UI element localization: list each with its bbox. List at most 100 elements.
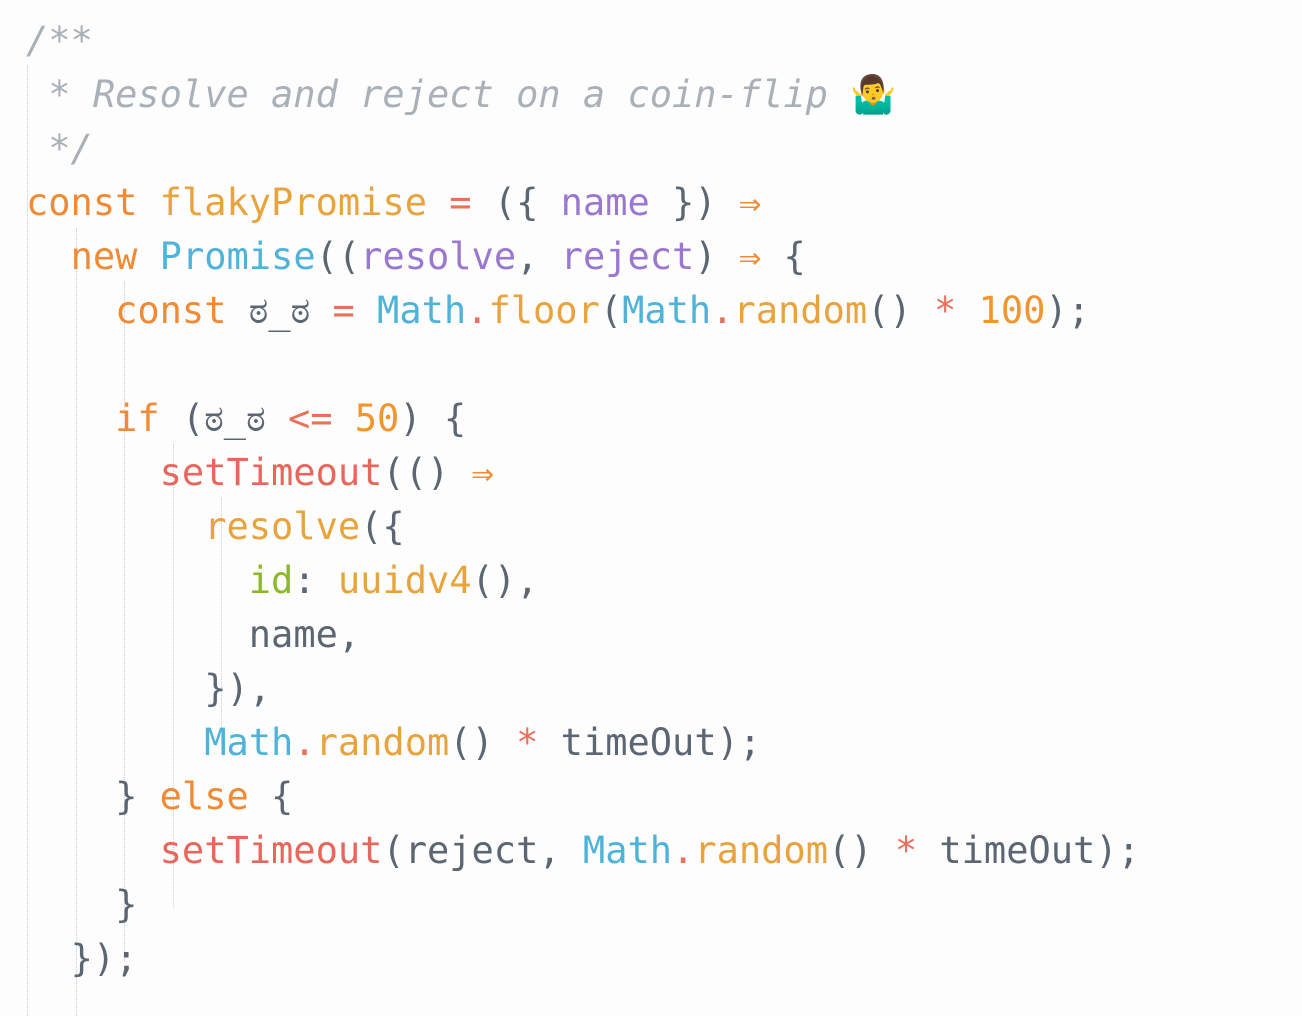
token-punc: ({ [360,505,405,548]
token-punc: ({ [493,181,561,224]
token-prop: id [248,559,294,602]
token-emoji: 🤷‍♂️ [850,73,897,116]
token-kw: if [115,397,160,440]
token-op: <= [287,397,333,440]
token-punc: () [449,721,494,764]
token-punc: ) [399,397,422,440]
token-punc: { [248,775,294,818]
code-line-17[interactable]: } [26,878,1302,932]
code-line-1[interactable]: /** [26,14,1302,68]
token-punc: ); [1045,289,1090,332]
token-punc: (() [382,451,450,494]
code-line-2[interactable]: * Resolve and reject on a coin-flip 🤷‍♂️ [26,68,1302,122]
token-cmt: * Resolve and reject on a coin-flip [26,73,851,116]
token-num: 100 [978,289,1046,332]
token-fn: flakyPromise [159,181,427,224]
code-line-11[interactable]: id: uuidv4(), [26,554,1302,608]
token-op: * [894,829,918,872]
token-fn: random [694,829,828,872]
token-op: . [466,289,489,332]
token-punc: , [516,235,561,278]
token-param: reject [560,235,695,278]
token-param: resolve [360,235,517,278]
token-punc: { [421,397,467,440]
token-punc: , [337,613,361,656]
token-punc: (( [315,235,361,278]
code-line-10[interactable]: resolve({ [26,500,1302,554]
token-var: ಠ_ಠ [248,289,311,332]
token-punc: } [115,883,138,926]
token-cls: Math [622,289,712,332]
code-line-12[interactable]: name, [26,608,1302,662]
token-punc: : [293,559,338,602]
token-var: name [248,613,338,656]
token-fn: floor [488,289,600,332]
code-line-18[interactable]: }); [26,932,1302,986]
code-line-7[interactable] [26,338,1302,392]
token-arrow: ⇒ [471,451,494,494]
code-line-5[interactable]: new Promise((resolve, reject) ⇒ { [26,230,1302,284]
code-line-14[interactable]: Math.random() * timeOut); [26,716,1302,770]
token-kw: const [115,289,227,332]
token-cmt: */ [26,127,93,170]
token-punc: () [867,289,912,332]
token-var: ಠ_ಠ [204,397,266,440]
code-line-15[interactable]: } else { [26,770,1302,824]
token-arrow: ⇒ [738,181,762,224]
code-line-3[interactable]: */ [26,122,1302,176]
code-line-13[interactable]: }), [26,662,1302,716]
token-op: * [934,289,957,332]
token-op: = [449,181,472,224]
code-line-16[interactable]: setTimeout(reject, Math.random() * timeO… [26,824,1302,878]
token-punc: ( [181,397,205,440]
code-line-6[interactable]: const ಠ_ಠ = Math.floor(Math.random() * 1… [26,284,1302,338]
token-op: . [293,721,316,764]
code-line-8[interactable]: if (ಠ_ಠ <= 50) { [26,392,1302,446]
token-fn: resolve [204,505,361,548]
token-kw: const [26,181,138,224]
token-cls: Math [582,829,673,872]
token-op: * [516,721,539,764]
code-line-4[interactable]: const flakyPromise = ({ name }) ⇒ [26,176,1302,230]
token-cls: Math [377,289,467,332]
token-punc: ) [694,235,717,278]
token-param: name [560,181,650,224]
token-op: . [711,289,734,332]
token-var: reject [404,829,539,872]
token-call: setTimeout [159,829,383,872]
token-arrow: ⇒ [738,235,762,278]
token-call: setTimeout [159,451,383,494]
code-line-9[interactable]: setTimeout(() ⇒ [26,446,1302,500]
token-fn: random [315,721,450,764]
token-punc: }); [70,937,138,980]
token-cmt: /** [26,19,93,62]
token-punc: ( [599,289,623,332]
token-punc: (), [471,559,539,602]
code-lines-container[interactable]: /** * Resolve and reject on a coin-flip … [0,0,1302,986]
